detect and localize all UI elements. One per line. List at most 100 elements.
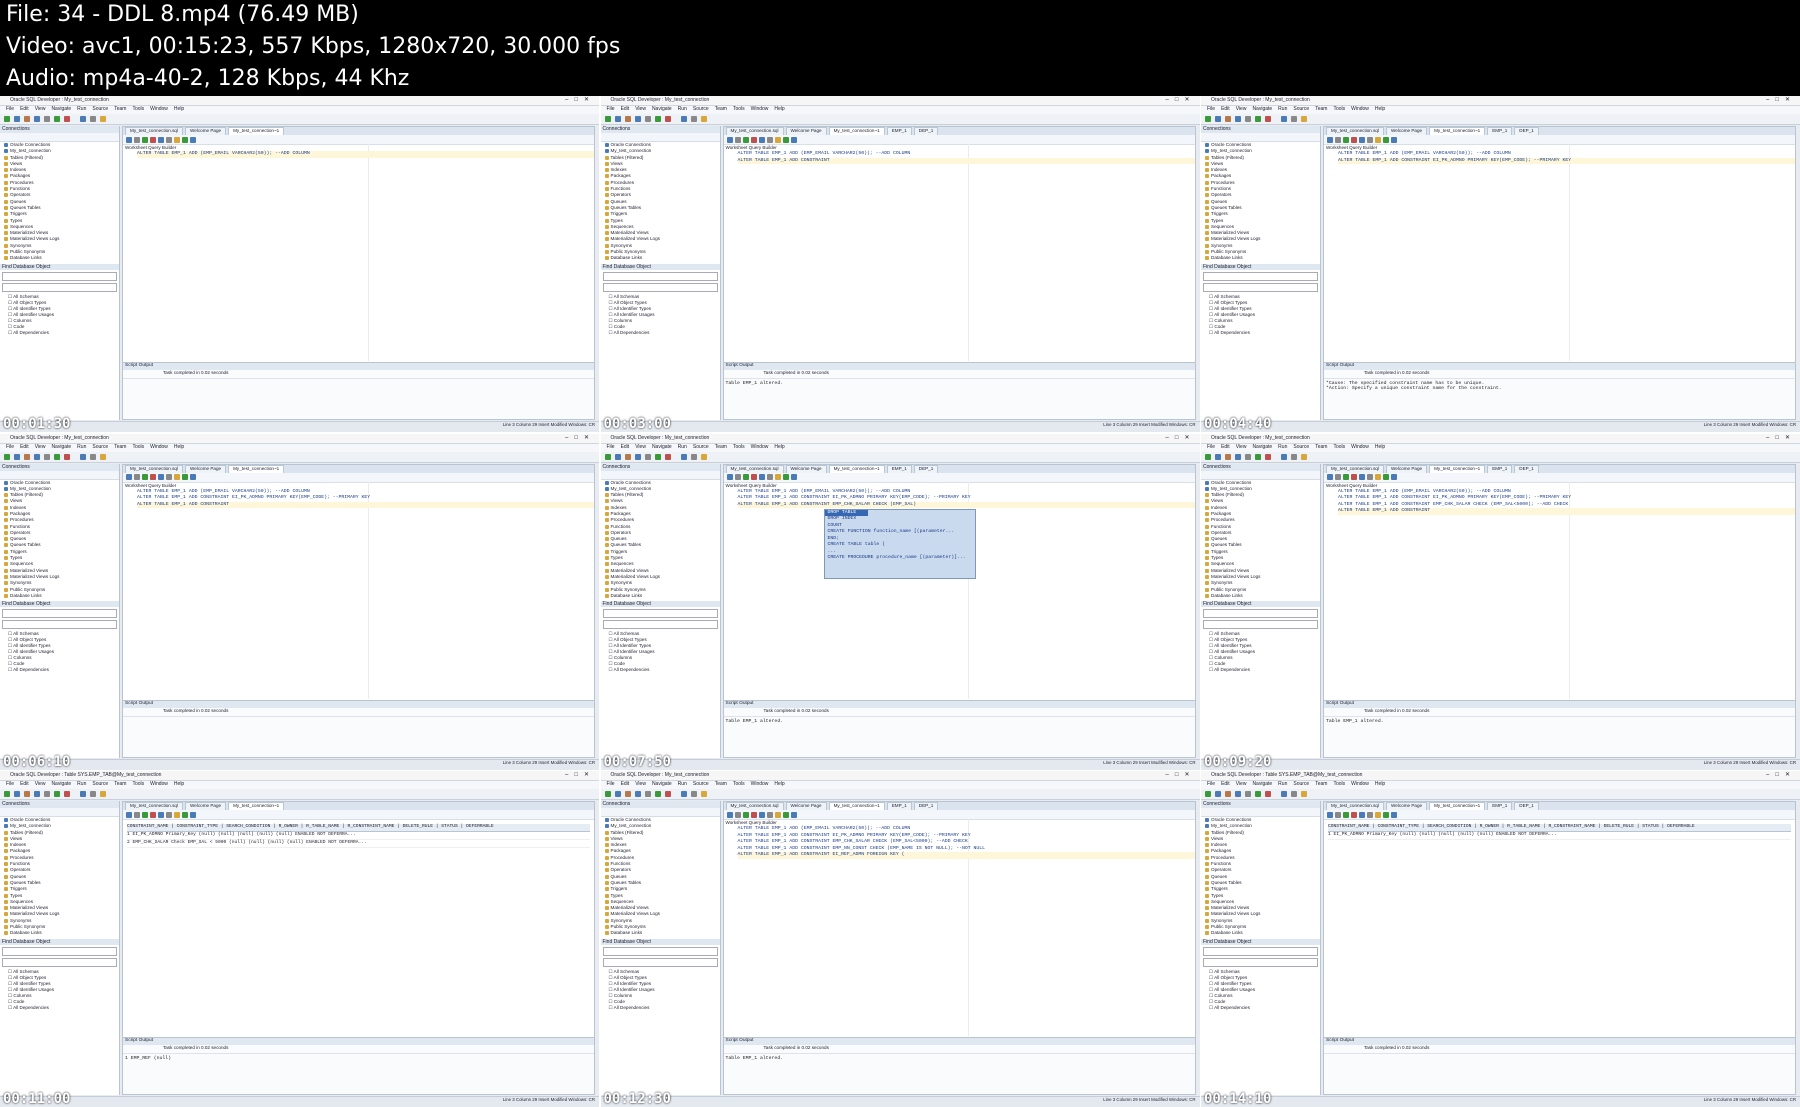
toolbar-icon[interactable] xyxy=(680,116,687,122)
script-output-tab[interactable]: Script Output xyxy=(1324,700,1795,708)
menu-item[interactable]: Edit xyxy=(20,444,29,450)
script-output-tab[interactable]: Script Output xyxy=(1324,363,1795,370)
editor-tab[interactable]: EMP_1 xyxy=(886,127,912,135)
worksheet-tool-icon[interactable] xyxy=(158,136,164,143)
editor-tab[interactable]: My_test_connection~1 xyxy=(228,464,285,473)
worksheet-tool-icon[interactable] xyxy=(142,136,148,143)
menu-item[interactable]: Navigate xyxy=(652,106,672,112)
worksheet-tool-icon[interactable] xyxy=(742,811,749,818)
menu-item[interactable]: Run xyxy=(678,781,687,787)
script-output-tab[interactable]: Script Output xyxy=(123,363,594,370)
worksheet-tool-icon[interactable] xyxy=(774,474,781,480)
menu-item[interactable]: Source xyxy=(693,781,709,787)
window-controls[interactable]: –□✕ xyxy=(1766,771,1796,778)
code-line[interactable]: ALTER TABLE EMP_1 ADD CONSTRAINT xyxy=(737,157,1195,164)
worksheet-tool-icon[interactable] xyxy=(166,811,172,818)
toolbar-icon[interactable] xyxy=(90,453,96,460)
worksheet-tool-icon[interactable] xyxy=(758,136,765,143)
menu-item[interactable]: Source xyxy=(693,106,709,112)
toolbar-icon[interactable] xyxy=(700,453,707,460)
worksheet-tool-icon[interactable] xyxy=(1327,136,1333,143)
worksheet-tool-icon[interactable] xyxy=(750,136,757,143)
menu-item[interactable]: Run xyxy=(77,444,86,450)
code-line[interactable]: ALTER TABLE EMP_1 ADD CONSTRAINT EMP_CHK… xyxy=(737,501,1195,508)
editor-tab[interactable]: My_test_connection.sql xyxy=(725,802,784,810)
toolbar-icon[interactable] xyxy=(654,116,661,122)
menu-item[interactable]: Navigate xyxy=(652,781,672,787)
worksheet-tool-icon[interactable] xyxy=(758,811,765,818)
menu-item[interactable]: File xyxy=(1207,106,1215,112)
menu-item[interactable]: Source xyxy=(92,781,108,787)
script-output-tab[interactable]: Script Output xyxy=(723,363,1195,370)
worksheet-tool-icon[interactable] xyxy=(166,474,172,480)
worksheet-tool-icon[interactable] xyxy=(742,474,749,480)
worksheet-tool-icon[interactable] xyxy=(174,811,180,818)
worksheet-tool-icon[interactable] xyxy=(182,136,188,143)
toolbar-icon[interactable] xyxy=(80,116,86,122)
connection-select[interactable] xyxy=(2,271,117,281)
worksheet-tool-icon[interactable] xyxy=(766,811,773,818)
worksheet-tool-icon[interactable] xyxy=(126,136,132,143)
menu-item[interactable]: Window xyxy=(1351,444,1369,450)
find-option[interactable]: ☐ All Dependencies xyxy=(0,1005,119,1011)
editor-tab[interactable]: My_test_connection~1 xyxy=(1429,464,1486,473)
toolbar-icon[interactable] xyxy=(1215,453,1221,460)
toolbar-icon[interactable] xyxy=(664,116,671,122)
toolbar-icon[interactable] xyxy=(614,791,621,797)
menu-item[interactable]: Edit xyxy=(621,444,630,450)
menu-item[interactable]: Team xyxy=(715,781,727,787)
sql-code[interactable]: ALTER TABLE EMP_1 ADD (EMP_EMAIL VARCHAR… xyxy=(737,151,1195,164)
worksheet-tool-icon[interactable] xyxy=(1359,474,1365,480)
menu-item[interactable]: Help xyxy=(1375,444,1385,450)
menu-item[interactable]: View xyxy=(635,106,646,112)
menu-item[interactable]: File xyxy=(1207,444,1215,450)
schema-select[interactable] xyxy=(2,282,117,292)
toolbar-icon[interactable] xyxy=(644,791,651,797)
toolbar-icon[interactable] xyxy=(614,453,621,460)
sql-code[interactable]: ALTER TABLE EMP_1 ADD (EMP_EMAIL VARCHAR… xyxy=(1338,151,1795,164)
worksheet-tool-icon[interactable] xyxy=(150,474,156,480)
worksheet-tool-icon[interactable] xyxy=(1383,474,1389,480)
menu-item[interactable]: Team xyxy=(114,444,126,450)
editor-tab[interactable]: My_test_connection.sql xyxy=(1326,802,1385,810)
worksheet-tool-icon[interactable] xyxy=(1327,811,1333,818)
menu-item[interactable]: File xyxy=(607,106,615,112)
menu-item[interactable]: Edit xyxy=(1221,444,1230,450)
find-option[interactable]: ☐ All Dependencies xyxy=(1201,667,1320,673)
menu-item[interactable]: Run xyxy=(1278,781,1287,787)
menu-item[interactable]: Navigate xyxy=(51,781,71,787)
editor-tab[interactable]: Welcome Page xyxy=(185,464,227,473)
worksheet-tool-icon[interactable] xyxy=(1391,136,1397,143)
toolbar-icon[interactable] xyxy=(1265,116,1271,122)
worksheet-tool-icon[interactable] xyxy=(1383,136,1389,143)
sql-code[interactable]: ALTER TABLE EMP_1 ADD (EMP_EMAIL VARCHAR… xyxy=(137,489,594,508)
menu-item[interactable]: Help xyxy=(1375,106,1385,112)
toolbar-icon[interactable] xyxy=(1245,453,1251,460)
schema-select[interactable] xyxy=(1203,282,1318,292)
menu-item[interactable]: Tools xyxy=(733,781,745,787)
worksheet-tool-icon[interactable] xyxy=(174,136,180,143)
worksheet-tool-icon[interactable] xyxy=(182,811,188,818)
menu-item[interactable]: Window xyxy=(1351,781,1369,787)
window-controls[interactable]: –□✕ xyxy=(1166,771,1196,778)
worksheet-tool-icon[interactable] xyxy=(766,474,773,480)
toolbar-icon[interactable] xyxy=(604,116,611,122)
worksheet-tool-icon[interactable] xyxy=(126,474,132,480)
toolbar-icon[interactable] xyxy=(54,453,60,460)
toolbar-icon[interactable] xyxy=(54,791,60,797)
menu-item[interactable]: Tools xyxy=(733,106,745,112)
grid-row[interactable]: 1 EI_PK_ADMNO Primary_Key (null) (null) … xyxy=(127,832,590,840)
toolbar-icon[interactable] xyxy=(1265,453,1271,460)
worksheet-tool-icon[interactable] xyxy=(1343,136,1349,143)
toolbar-icon[interactable] xyxy=(100,791,106,797)
toolbar-icon[interactable] xyxy=(634,116,641,122)
editor-tab[interactable]: DEP_1 xyxy=(913,127,939,135)
toolbar-icon[interactable] xyxy=(14,116,20,122)
toolbar-icon[interactable] xyxy=(24,791,30,797)
editor-tab[interactable]: Welcome Page xyxy=(785,127,827,135)
editor-tab[interactable]: My_test_connection~1 xyxy=(828,464,885,473)
schema-select[interactable] xyxy=(602,620,718,630)
toolbar-icon[interactable] xyxy=(644,116,651,122)
menu-item[interactable]: Window xyxy=(150,444,168,450)
menu-item[interactable]: View xyxy=(35,444,46,450)
